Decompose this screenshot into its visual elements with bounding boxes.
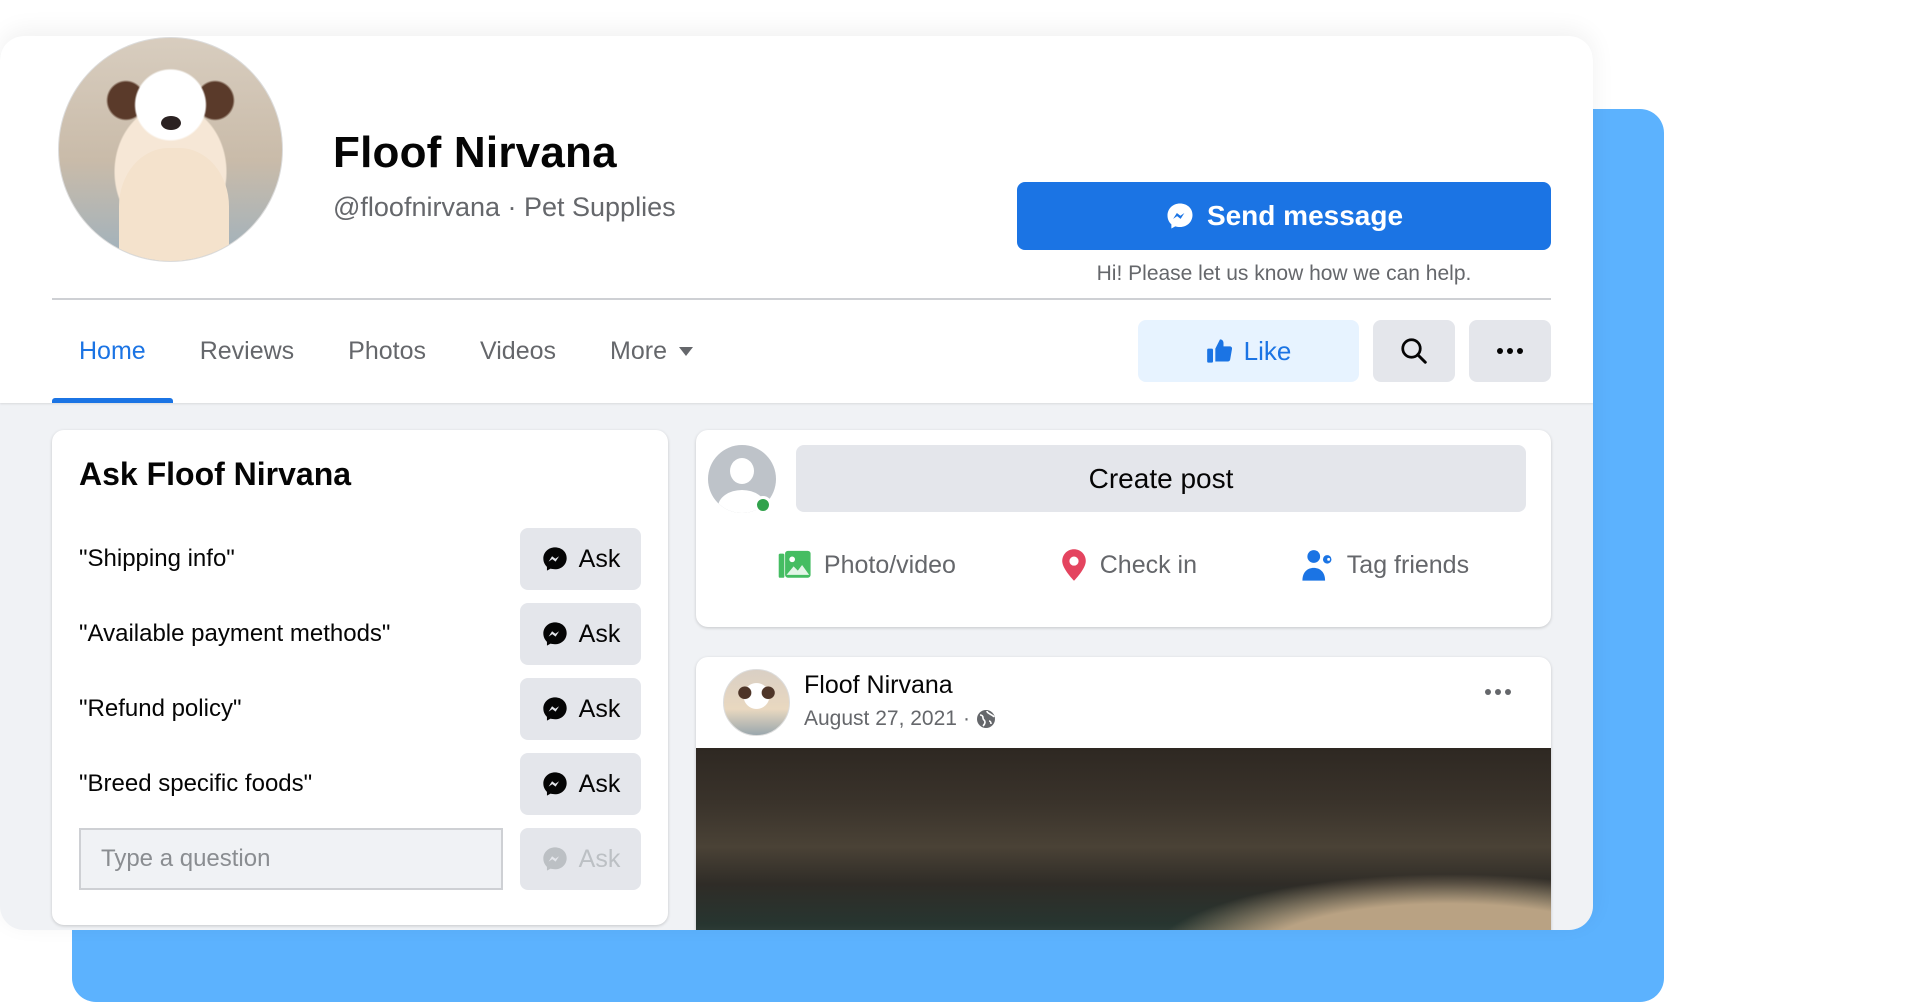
messenger-icon xyxy=(542,547,567,571)
tab-photos[interactable]: Photos xyxy=(321,300,453,403)
search-button[interactable] xyxy=(1373,320,1455,382)
tag-friends-button[interactable]: Tag friends xyxy=(1301,538,1469,592)
post-card: Floof Nirvana August 27, 2021 · xyxy=(696,657,1551,930)
send-message-label: Send message xyxy=(1206,200,1404,231)
composer-actions: Photo/video Check in Tag friends xyxy=(696,538,1551,592)
thumbs-up-icon xyxy=(1206,339,1232,363)
messenger-icon xyxy=(542,697,567,721)
more-dots-icon xyxy=(1485,689,1511,695)
send-message-helper: Hi! Please let us know how we can help. xyxy=(1096,262,1472,285)
ask-question-text: "Shipping info" xyxy=(79,545,235,572)
post-meta-separator: · xyxy=(962,707,970,730)
location-pin-icon xyxy=(1061,549,1086,581)
photo-video-icon xyxy=(778,550,811,578)
avatar-head xyxy=(730,458,754,484)
question-input[interactable] xyxy=(79,828,503,890)
ask-custom-row: Ask xyxy=(79,828,641,890)
page-tabs: Home Reviews Photos Videos More xyxy=(52,300,720,403)
tab-more[interactable]: More xyxy=(583,300,720,403)
globe-icon xyxy=(976,710,995,728)
avatar-dog-body xyxy=(119,148,229,261)
ask-question-row: "Available payment methods" Ask xyxy=(79,603,641,665)
ask-custom-button[interactable]: Ask xyxy=(520,828,641,890)
profile-avatar[interactable] xyxy=(58,37,283,262)
page-title: Floof Nirvana xyxy=(333,128,617,177)
messenger-icon xyxy=(1167,203,1193,229)
create-post-label: Create post xyxy=(1088,462,1234,494)
ask-button-label: Ask xyxy=(578,619,621,648)
like-label: Like xyxy=(1243,335,1292,366)
ask-panel-title: Ask Floof Nirvana xyxy=(79,456,352,492)
check-in-label: Check in xyxy=(1099,550,1197,579)
photo-video-label: Photo/video xyxy=(823,550,956,579)
photo-video-button[interactable]: Photo/video xyxy=(778,538,956,592)
post-options-button[interactable] xyxy=(1485,689,1511,695)
ask-question-text: "Refund policy" xyxy=(79,695,242,722)
facebook-page-window: Floof Nirvana @floofnirvana · Pet Suppli… xyxy=(0,36,1593,930)
search-icon xyxy=(1401,338,1427,364)
caret-down-icon xyxy=(678,347,693,356)
ask-button-label: Ask xyxy=(578,544,621,573)
post-author-avatar[interactable] xyxy=(723,669,790,736)
ask-question-row: "Refund policy" Ask xyxy=(79,678,641,740)
ask-question-row: "Shipping info" Ask xyxy=(79,528,641,590)
create-post-button[interactable]: Create post xyxy=(796,445,1526,512)
messenger-icon xyxy=(542,772,567,796)
ask-question-text: "Breed specific foods" xyxy=(79,770,313,797)
ask-button[interactable]: Ask xyxy=(520,603,641,665)
page-header: Floof Nirvana @floofnirvana · Pet Suppli… xyxy=(0,36,1593,403)
like-button[interactable]: Like xyxy=(1138,320,1359,382)
send-message-button[interactable]: Send message xyxy=(1017,182,1551,250)
ask-button[interactable]: Ask xyxy=(520,528,641,590)
tag-friends-icon xyxy=(1302,550,1332,581)
tab-home[interactable]: Home xyxy=(52,300,173,403)
post-meta: August 27, 2021 · xyxy=(804,707,996,731)
ask-button-label: Ask xyxy=(578,769,621,798)
tab-videos[interactable]: Videos xyxy=(453,300,583,403)
tab-more-label: More xyxy=(610,337,667,365)
tag-friends-label: Tag friends xyxy=(1346,550,1470,579)
more-options-button[interactable] xyxy=(1469,320,1551,382)
tab-videos-label: Videos xyxy=(480,337,557,365)
online-status-icon xyxy=(754,496,772,514)
tab-home-label: Home xyxy=(79,337,146,365)
post-author-name[interactable]: Floof Nirvana xyxy=(804,671,953,700)
post-composer: Create post Photo/video Check in Tag fri… xyxy=(696,430,1551,627)
ask-button-label: Ask xyxy=(578,694,621,723)
more-dots-icon xyxy=(1497,348,1523,354)
check-in-button[interactable]: Check in xyxy=(1060,538,1197,592)
post-image[interactable] xyxy=(696,748,1551,930)
ask-panel: Ask Floof Nirvana "Shipping info" Ask "A… xyxy=(52,430,668,925)
ask-question-row: "Breed specific foods" Ask xyxy=(79,753,641,815)
tab-reviews-label: Reviews xyxy=(199,337,295,365)
ask-question-text: "Available payment methods" xyxy=(79,620,391,647)
post-date[interactable]: August 27, 2021 xyxy=(804,707,957,731)
messenger-icon xyxy=(542,847,567,871)
ask-button[interactable]: Ask xyxy=(520,678,641,740)
page-handle-category: @floofnirvana · Pet Supplies xyxy=(333,192,676,222)
avatar-dog-nose xyxy=(161,116,181,130)
tab-photos-label: Photos xyxy=(348,337,427,365)
messenger-icon xyxy=(542,622,567,646)
ask-button[interactable]: Ask xyxy=(520,753,641,815)
tab-reviews[interactable]: Reviews xyxy=(173,300,321,403)
ask-custom-button-label: Ask xyxy=(578,844,621,873)
